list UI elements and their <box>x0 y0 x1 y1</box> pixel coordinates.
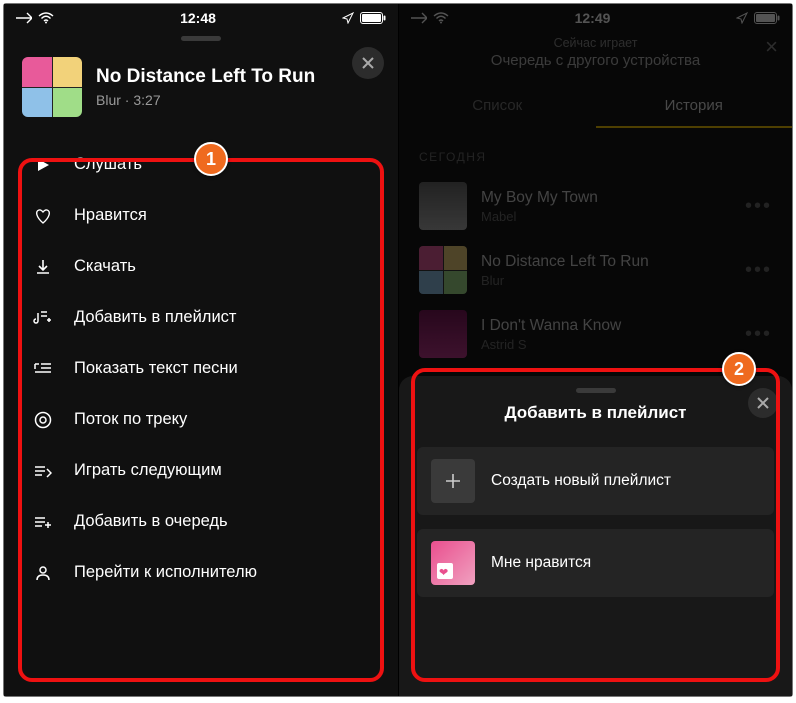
playlist-sheet: Добавить в плейлист Создать новый плейли… <box>399 376 792 696</box>
playlist-add-icon <box>32 310 54 326</box>
annotation-badge-1: 1 <box>194 142 228 176</box>
queue-add-icon <box>32 515 54 529</box>
menu-add-playlist[interactable]: Добавить в плейлист <box>4 292 398 343</box>
menu-radio[interactable]: Поток по треку <box>4 394 398 445</box>
artist-icon <box>32 564 54 582</box>
radio-icon <box>32 411 54 429</box>
screen-track-actions: 12:48 No Distance Left To Run Blur · 3:2… <box>4 4 398 696</box>
download-icon <box>32 259 54 275</box>
status-bar: 12:48 <box>4 4 398 30</box>
sheet-grab-handle[interactable] <box>576 388 616 393</box>
liked-playlist-icon <box>431 541 475 585</box>
sheet-grab-handle[interactable] <box>181 36 221 41</box>
album-art <box>22 57 82 117</box>
track-title: No Distance Left To Run <box>96 66 315 88</box>
close-button[interactable] <box>352 47 384 79</box>
menu-download[interactable]: Скачать <box>4 241 398 292</box>
playlist-liked[interactable]: Мне нравится <box>417 529 774 597</box>
heart-icon <box>32 208 54 224</box>
close-button[interactable] <box>748 388 778 418</box>
menu-play-next[interactable]: Играть следующим <box>4 445 398 496</box>
menu-like[interactable]: Нравится <box>4 190 398 241</box>
wifi-icon <box>38 12 54 24</box>
menu-label: Перейти к исполнителю <box>74 563 257 582</box>
annotation-badge-2: 2 <box>722 352 756 386</box>
lyrics-icon <box>32 362 54 376</box>
menu-label: Показать текст песни <box>74 359 238 378</box>
menu-label: Нравится <box>74 206 147 225</box>
playlist-label: Мне нравится <box>491 554 591 572</box>
battery-icon <box>360 12 386 24</box>
play-next-icon <box>32 464 54 478</box>
menu-label: Добавить в плейлист <box>74 308 236 327</box>
track-header: No Distance Left To Run Blur · 3:27 <box>4 49 398 135</box>
menu-label: Скачать <box>74 257 136 276</box>
menu-label: Играть следующим <box>74 461 222 480</box>
action-menu: Слушать Нравится Скачать Добавить в плей… <box>4 135 398 606</box>
location-icon <box>342 12 354 24</box>
track-subtitle: Blur · 3:27 <box>96 92 315 108</box>
play-icon <box>32 157 54 173</box>
playlist-create-new[interactable]: Создать новый плейлист <box>417 447 774 515</box>
screen-add-playlist: 12:49 Сейчас играет Очередь с другого ус… <box>398 4 792 696</box>
sheet-title: Добавить в плейлист <box>417 403 774 423</box>
plus-icon <box>431 459 475 503</box>
status-time: 12:48 <box>180 10 216 26</box>
menu-label: Добавить в очередь <box>74 512 228 531</box>
menu-label: Слушать <box>74 155 142 174</box>
playlist-label: Создать новый плейлист <box>491 472 671 490</box>
menu-goto-artist[interactable]: Перейти к исполнителю <box>4 547 398 598</box>
menu-add-queue[interactable]: Добавить в очередь <box>4 496 398 547</box>
menu-label: Поток по треку <box>74 410 187 429</box>
airplane-icon <box>16 11 32 25</box>
menu-lyrics[interactable]: Показать текст песни <box>4 343 398 394</box>
